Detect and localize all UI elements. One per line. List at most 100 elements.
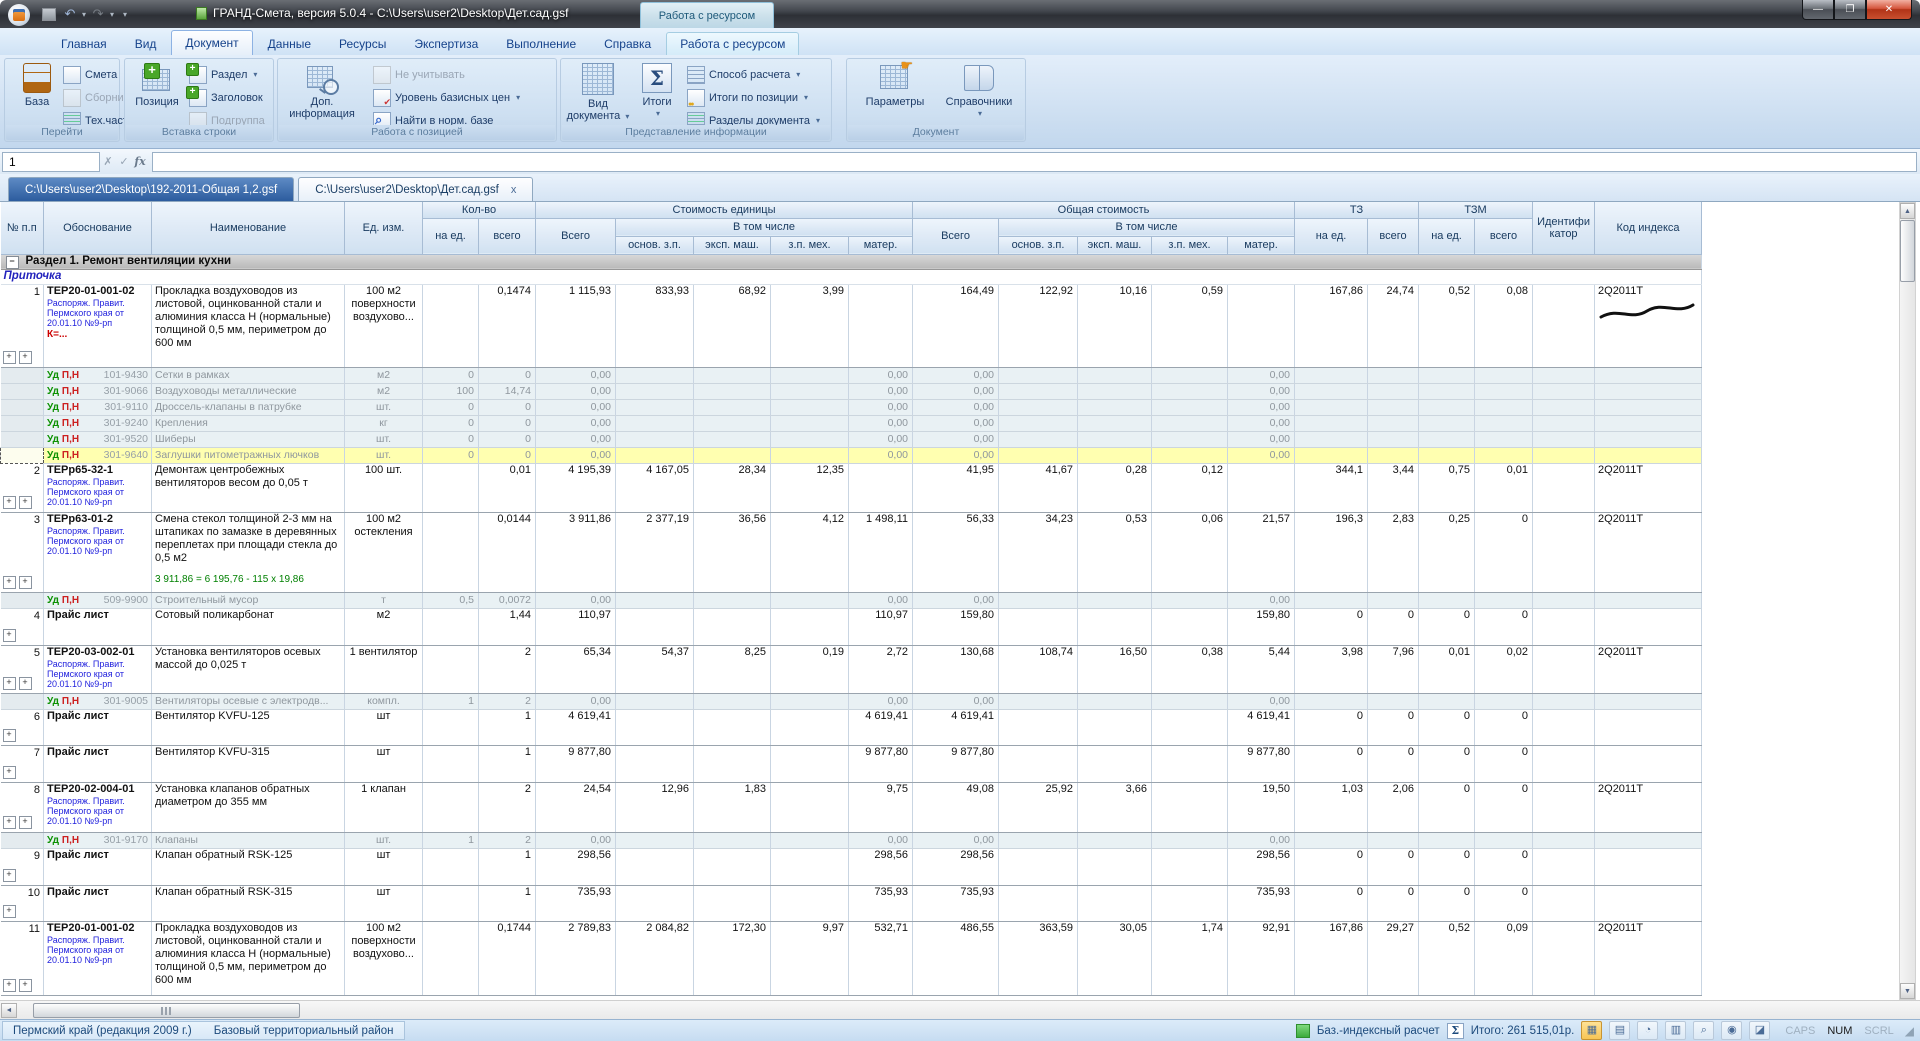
expand-icon[interactable]: + [3, 869, 16, 882]
view-grid-icon[interactable]: ▦ [1581, 1021, 1602, 1040]
ribbon-tab-Выполнение[interactable]: Выполнение [493, 33, 589, 55]
col-header-tzm-per[interactable]: на ед. [1419, 218, 1475, 254]
justification-cell[interactable]: Прайс лист [44, 608, 152, 645]
value-cell[interactable]: 12,96 [616, 782, 694, 832]
expand-icon[interactable]: + [19, 351, 32, 364]
value-cell[interactable]: 0,00 [536, 415, 616, 431]
value-cell[interactable]: 0 [479, 367, 536, 383]
resource-justification-cell[interactable]: Уд П,Н301-9640 [44, 447, 152, 463]
value-cell[interactable]: 0,01 [1419, 645, 1475, 693]
resource-row[interactable]: Уд П,Н101-9430Сетки в рамкахм2000,000,00… [1, 367, 1702, 383]
row-number-cell[interactable]: 7+ [1, 745, 44, 782]
value-cell[interactable] [1419, 592, 1475, 608]
col-header-index-code[interactable]: Код индекса [1595, 202, 1702, 254]
value-cell[interactable]: 0,00 [536, 693, 616, 709]
value-cell[interactable] [1419, 383, 1475, 399]
value-cell[interactable]: 0,06 [1152, 512, 1228, 592]
value-cell[interactable] [616, 745, 694, 782]
value-cell[interactable]: 1 [423, 832, 479, 848]
value-cell[interactable]: 0,00 [913, 693, 999, 709]
value-cell[interactable]: 0 [1475, 885, 1533, 921]
col-header-t-ozp[interactable]: основ. з.п. [999, 236, 1078, 254]
value-cell[interactable]: 0,00 [913, 415, 999, 431]
unit-cell[interactable]: м2 [345, 608, 423, 645]
col-header-name[interactable]: Наименование [152, 202, 345, 254]
resource-justification-cell[interactable]: Уд П,Н301-9170 [44, 832, 152, 848]
value-cell[interactable]: 0,00 [849, 383, 913, 399]
value-cell[interactable] [1078, 745, 1152, 782]
value-cell[interactable]: 9 877,80 [1228, 745, 1295, 782]
value-cell[interactable]: 0,00 [536, 383, 616, 399]
row-header-cell[interactable] [1, 693, 44, 709]
value-cell[interactable] [616, 709, 694, 745]
index-code-cell[interactable] [1595, 592, 1702, 608]
value-cell[interactable]: 0,59 [1152, 284, 1228, 367]
position-row[interactable]: 7+Прайс листВентилятор KVFU-315шт19 877,… [1, 745, 1702, 782]
value-cell[interactable]: 0,38 [1152, 645, 1228, 693]
expand-icon[interactable]: + [3, 905, 16, 918]
name-cell[interactable]: Демонтаж центробежных вентиляторов весом… [152, 463, 345, 512]
value-cell[interactable] [423, 645, 479, 693]
value-cell[interactable]: 0 [423, 415, 479, 431]
col-header-just[interactable]: Обоснование [44, 202, 152, 254]
value-cell[interactable] [1475, 367, 1533, 383]
dop-informaciya-button[interactable]: Доп. информация [286, 63, 358, 120]
value-cell[interactable]: 0,00 [913, 447, 999, 463]
col-header-tz-per[interactable]: на ед. [1295, 218, 1368, 254]
value-cell[interactable]: 2 [479, 782, 536, 832]
value-cell[interactable] [771, 709, 849, 745]
value-cell[interactable]: 30,05 [1078, 921, 1152, 995]
value-cell[interactable] [1368, 693, 1419, 709]
value-cell[interactable]: 0 [479, 431, 536, 447]
justification-cell[interactable]: ТЕР20-01-001-02Распоряж. Правит. Пермско… [44, 921, 152, 995]
value-cell[interactable] [1419, 415, 1475, 431]
resource-name-cell[interactable]: Шиберы [152, 431, 345, 447]
justification-cell[interactable]: Прайс лист [44, 709, 152, 745]
resource-justification-cell[interactable]: Уд П,Н301-9240 [44, 415, 152, 431]
subsection-row[interactable]: Приточка [1, 269, 1702, 284]
row-header-cell[interactable] [1, 447, 44, 463]
index-code-cell[interactable]: 2Q2011Т [1595, 921, 1702, 995]
row-header-cell[interactable] [1, 399, 44, 415]
value-cell[interactable]: 0,02 [1475, 645, 1533, 693]
value-cell[interactable] [1368, 383, 1419, 399]
index-code-cell[interactable]: 2Q2011Т [1595, 463, 1702, 512]
value-cell[interactable]: 735,93 [1228, 885, 1295, 921]
value-cell[interactable]: 0 [1475, 782, 1533, 832]
value-cell[interactable] [1295, 431, 1368, 447]
resource-name-cell[interactable]: Заглушки питометражных лючков [152, 447, 345, 463]
value-cell[interactable] [1533, 921, 1595, 995]
value-cell[interactable]: 54,37 [616, 645, 694, 693]
resource-justification-cell[interactable]: Уд П,Н509-9900 [44, 592, 152, 608]
index-code-cell[interactable]: 2Q2011Т [1595, 645, 1702, 693]
value-cell[interactable] [1295, 832, 1368, 848]
value-cell[interactable] [1078, 592, 1152, 608]
value-cell[interactable] [771, 885, 849, 921]
value-cell[interactable]: 0,00 [849, 832, 913, 848]
col-header-t-em[interactable]: эксп. маш. [1078, 236, 1152, 254]
value-cell[interactable]: 0,75 [1419, 463, 1475, 512]
value-cell[interactable]: 0 [1475, 848, 1533, 885]
value-cell[interactable] [1295, 415, 1368, 431]
justification-cell[interactable]: Прайс лист [44, 885, 152, 921]
expand-icon[interactable]: + [3, 729, 16, 742]
unit-cell[interactable]: 1 клапан [345, 782, 423, 832]
value-cell[interactable]: 344,1 [1295, 463, 1368, 512]
value-cell[interactable] [423, 463, 479, 512]
expand-icon[interactable]: + [19, 677, 32, 690]
position-row[interactable]: 4+Прайс листСотовый поликарбонатм21,4411… [1, 608, 1702, 645]
expand-icon[interactable]: + [3, 351, 16, 364]
value-cell[interactable] [1295, 447, 1368, 463]
value-cell[interactable]: 0 [423, 367, 479, 383]
value-cell[interactable]: 2 789,83 [536, 921, 616, 995]
value-cell[interactable]: 0,00 [913, 367, 999, 383]
value-cell[interactable]: 36,56 [694, 512, 771, 592]
value-cell[interactable]: 0 [1475, 709, 1533, 745]
position-row[interactable]: 1++ТЕР20-01-001-02Распоряж. Правит. Перм… [1, 284, 1702, 367]
value-cell[interactable]: 1 498,11 [849, 512, 913, 592]
undo-button[interactable]: ↶ [61, 6, 79, 22]
value-cell[interactable] [1419, 399, 1475, 415]
value-cell[interactable]: 0,00 [1228, 447, 1295, 463]
value-cell[interactable] [771, 745, 849, 782]
value-cell[interactable]: 19,50 [1228, 782, 1295, 832]
